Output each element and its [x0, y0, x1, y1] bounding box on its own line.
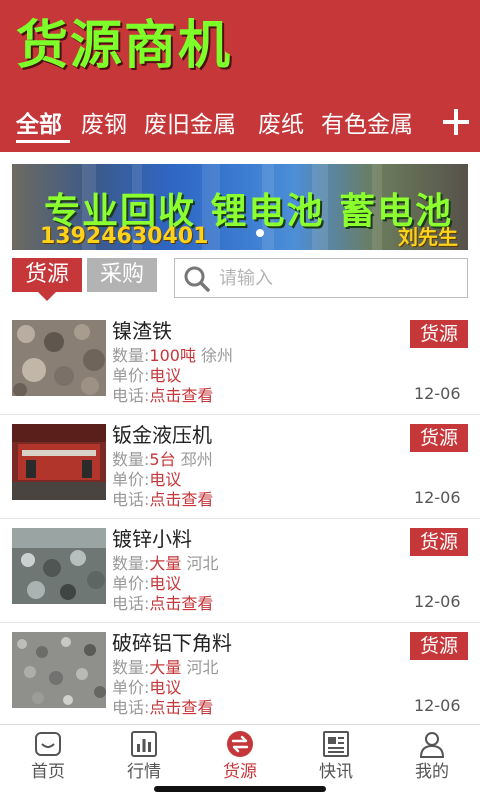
item-location: 河北: [186, 658, 219, 677]
item-thumbnail: [12, 632, 106, 708]
phone-label: 电话:: [112, 386, 150, 405]
qty-label: 数量:: [112, 554, 150, 573]
tab-scrap-steel[interactable]: 废钢: [81, 110, 127, 140]
divider: [0, 518, 480, 519]
search-icon: [184, 266, 210, 292]
status-badge: 货源: [410, 320, 468, 348]
phone-label: 电话:: [112, 594, 150, 613]
carousel-dot[interactable]: [256, 229, 264, 237]
phone-label: 电话:: [112, 490, 150, 509]
price-label: 单价:: [112, 366, 150, 385]
tab-all[interactable]: 全部: [16, 110, 62, 140]
item-phone-row: 电话:点击查看: [112, 490, 213, 510]
add-category-button[interactable]: [441, 107, 471, 137]
category-tabs: 全部 废钢 废旧金属 废纸 有色金属: [0, 104, 480, 148]
tab-label: 首页: [31, 762, 65, 782]
item-thumbnail: [12, 528, 106, 604]
tab-nonferrous[interactable]: 有色金属: [321, 110, 413, 140]
price-label: 单价:: [112, 678, 150, 697]
search-input[interactable]: 请输入: [174, 258, 468, 298]
home-indicator: [154, 786, 326, 792]
list-item[interactable]: 镀锌小料 货源 数量:大量 河北 单价:电议 电话:点击查看 12-06: [0, 520, 480, 624]
status-badge: 货源: [410, 424, 468, 452]
active-tab-indicator: [16, 140, 70, 143]
item-phone-row: 电话:点击查看: [112, 386, 213, 406]
item-quantity-row: 数量:5台 邳州: [112, 450, 213, 470]
segment-demand[interactable]: 采购: [87, 258, 157, 292]
item-thumbnail: [12, 320, 106, 396]
status-badge: 货源: [410, 632, 468, 660]
item-location: 徐州: [201, 346, 234, 365]
home-icon: [35, 732, 61, 756]
item-quantity-row: 数量:100吨 徐州: [112, 346, 233, 366]
item-title: 镍渣铁: [112, 319, 172, 343]
chart-icon: [131, 731, 157, 757]
item-date: 12-06: [414, 384, 461, 403]
item-price-row: 单价:电议: [112, 470, 181, 490]
tab-label: 行情: [127, 762, 161, 782]
qty-value: 5台: [149, 450, 176, 469]
news-icon: [323, 731, 349, 757]
segment-supply[interactable]: 货源: [12, 258, 82, 292]
item-title: 镀锌小料: [112, 527, 192, 551]
item-location: 河北: [186, 554, 219, 573]
tab-home[interactable]: 首页: [0, 725, 96, 800]
item-date: 12-06: [414, 488, 461, 507]
item-quantity-row: 数量:大量 河北: [112, 658, 219, 678]
qty-value: 100吨: [149, 346, 196, 365]
banner-contact-name: 刘先生: [398, 225, 458, 249]
view-phone-link[interactable]: 点击查看: [149, 490, 213, 509]
price-value: 电议: [149, 574, 182, 593]
item-location: 邳州: [180, 450, 213, 469]
item-phone-row: 电话:点击查看: [112, 698, 213, 718]
phone-label: 电话:: [112, 698, 150, 717]
user-icon: [419, 732, 445, 758]
list-item[interactable]: 镍渣铁 货源 数量:100吨 徐州 单价:电议 电话:点击查看 12-06: [0, 312, 480, 416]
price-label: 单价:: [112, 574, 150, 593]
app-title: 货源商机: [16, 16, 233, 76]
price-value: 电议: [149, 470, 182, 489]
tab-scrap-paper[interactable]: 废纸: [258, 110, 304, 140]
item-date: 12-06: [414, 592, 461, 611]
divider: [0, 622, 480, 623]
divider: [0, 414, 480, 415]
item-phone-row: 电话:点击查看: [112, 594, 213, 614]
view-phone-link[interactable]: 点击查看: [149, 594, 213, 613]
item-date: 12-06: [414, 696, 461, 715]
qty-value: 大量: [149, 658, 182, 677]
view-phone-link[interactable]: 点击查看: [149, 698, 213, 717]
qty-label: 数量:: [112, 346, 150, 365]
tab-label: 快讯: [319, 762, 353, 782]
price-value: 电议: [149, 678, 182, 697]
list-item[interactable]: 钣金液压机 货源 数量:5台 邳州 单价:电议 电话:点击查看 12-06: [0, 416, 480, 520]
qty-label: 数量:: [112, 658, 150, 677]
exchange-icon: [227, 731, 253, 757]
item-thumbnail: [12, 424, 106, 500]
tab-profile[interactable]: 我的: [384, 725, 480, 800]
view-phone-link[interactable]: 点击查看: [149, 386, 213, 405]
item-title: 破碎铝下角料: [112, 631, 232, 655]
tab-label: 货源: [223, 762, 257, 782]
price-value: 电议: [149, 366, 182, 385]
search-placeholder: 请输入: [219, 268, 273, 289]
item-price-row: 单价:电议: [112, 366, 181, 386]
price-label: 单价:: [112, 470, 150, 489]
item-price-row: 单价:电议: [112, 574, 181, 594]
qty-value: 大量: [149, 554, 182, 573]
promo-banner[interactable]: 专业回收 锂电池 蓄电池 13924630401 刘先生: [12, 164, 468, 250]
item-price-row: 单价:电议: [112, 678, 181, 698]
list-item[interactable]: 破碎铝下角料 货源 数量:大量 河北 单价:电议 电话:点击查看 12-06: [0, 624, 480, 728]
qty-label: 数量:: [112, 450, 150, 469]
status-badge: 货源: [410, 528, 468, 556]
segment-caret: [38, 292, 56, 301]
tab-label: 我的: [415, 762, 449, 782]
tab-scrap-metal[interactable]: 废旧金属: [144, 110, 236, 140]
item-quantity-row: 数量:大量 河北: [112, 554, 219, 574]
banner-phone: 13924630401: [40, 224, 209, 249]
item-title: 钣金液压机: [112, 423, 212, 447]
